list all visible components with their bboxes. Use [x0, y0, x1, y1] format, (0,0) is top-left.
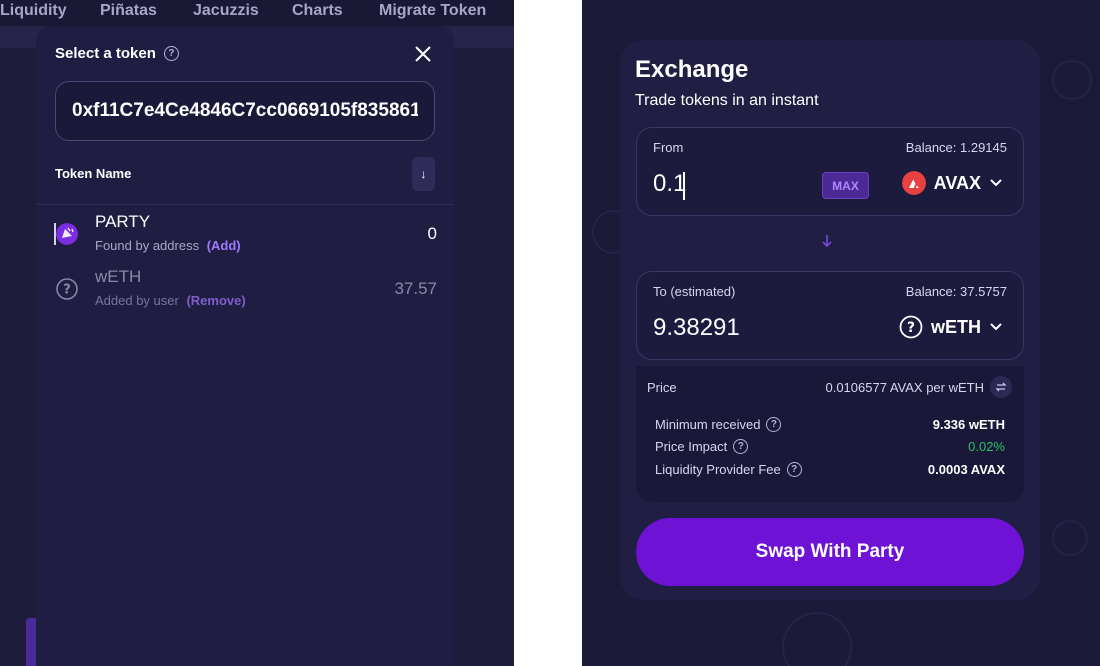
- swap-button[interactable]: Swap With Party: [636, 518, 1024, 586]
- sort-button[interactable]: ↓: [412, 157, 435, 191]
- chevron-down-icon: [990, 179, 1002, 187]
- trade-details: Price 0.0106577 AVAX per wETH Minimum re…: [636, 366, 1024, 502]
- to-currency-select[interactable]: ? wETH: [899, 315, 1003, 339]
- to-balance: Balance: 37.5757: [905, 284, 1007, 299]
- from-currency-select[interactable]: AVAX: [901, 171, 1003, 195]
- token-source-text: Added by user: [95, 293, 179, 308]
- unknown-token-icon: ?: [899, 315, 923, 339]
- nav-pinatas[interactable]: Piñatas: [100, 2, 157, 20]
- token-source-text: Found by address: [95, 238, 200, 253]
- background-button-edge: [26, 618, 36, 666]
- sort-arrow-icon: ↓: [420, 167, 427, 181]
- app-root: Liquidity Piñatas Jacuzzis Charts Migrat…: [0, 0, 1100, 666]
- price-impact-row: Price Impact ? 0.02%: [655, 439, 1005, 457]
- detail-label: Minimum received ?: [655, 417, 782, 432]
- token-balance: 0: [427, 224, 437, 243]
- chevron-down-icon: [990, 323, 1002, 331]
- remove-token-link[interactable]: (Remove): [186, 293, 245, 308]
- lp-fee-row: Liquidity Provider Fee ? 0.0003 AVAX: [655, 462, 1005, 480]
- exchange-title: Exchange: [635, 56, 749, 83]
- svg-text:?: ?: [907, 320, 915, 336]
- from-label: From: [653, 140, 684, 155]
- background-doodle: [1052, 520, 1088, 556]
- token-row-weth[interactable]: ? wETH Added by user (Remove) 37.57: [54, 267, 437, 311]
- nav-jacuzzis[interactable]: Jacuzzis: [193, 2, 259, 20]
- from-balance: Balance: 1.29145: [905, 140, 1007, 155]
- token-balance: 37.57: [394, 279, 437, 298]
- detail-label-text: Minimum received: [655, 417, 761, 432]
- nav-migrate-token[interactable]: Migrate Token: [379, 2, 486, 20]
- modal-title-text: Select a token: [55, 45, 156, 62]
- price-value: 0.0106577 AVAX per wETH: [825, 380, 984, 395]
- to-panel: To (estimated) Balance: 37.5757 ? wETH: [636, 271, 1024, 360]
- detail-label-text: Price Impact: [655, 439, 728, 454]
- help-icon[interactable]: ?: [766, 417, 782, 432]
- nav-charts[interactable]: Charts: [292, 2, 343, 20]
- arrow-down-icon[interactable]: [820, 233, 834, 249]
- token-select-pane: Liquidity Piñatas Jacuzzis Charts Migrat…: [0, 0, 514, 666]
- background-doodle: [1052, 60, 1092, 100]
- detail-label-text: Liquidity Provider Fee: [655, 462, 781, 477]
- modal-title: Select a token ?: [55, 45, 179, 62]
- top-nav: Liquidity Piñatas Jacuzzis Charts Migrat…: [0, 0, 514, 26]
- from-currency-label: AVAX: [933, 172, 981, 193]
- nav-liquidity[interactable]: Liquidity: [0, 2, 67, 20]
- column-header-token-name: Token Name: [55, 166, 132, 181]
- minimum-received-row: Minimum received ? 9.336 wETH: [655, 417, 1005, 435]
- from-amount-input[interactable]: [653, 170, 803, 198]
- token-source: Found by address (Add): [95, 238, 241, 253]
- help-icon[interactable]: ?: [733, 439, 749, 454]
- avax-icon: [901, 171, 926, 195]
- detail-label: Liquidity Provider Fee ?: [655, 462, 802, 477]
- exchange-pane: Exchange Trade tokens in an instant From…: [582, 0, 1100, 666]
- token-search-box[interactable]: [55, 81, 435, 141]
- detail-value: 0.02%: [968, 439, 1005, 454]
- max-button[interactable]: MAX: [822, 172, 869, 199]
- detail-value: 0.0003 AVAX: [927, 462, 1005, 477]
- token-source: Added by user (Remove): [95, 293, 246, 308]
- to-amount-input[interactable]: [653, 314, 803, 342]
- invert-price-icon[interactable]: [990, 376, 1012, 398]
- unknown-token-icon: ?: [56, 278, 78, 300]
- detail-label: Price Impact ?: [655, 439, 749, 454]
- price-label: Price: [647, 380, 677, 395]
- exchange-subtitle: Trade tokens in an instant: [635, 92, 819, 109]
- row-selection-marker: [54, 223, 56, 245]
- token-name: wETH: [95, 267, 142, 286]
- help-icon[interactable]: ?: [163, 46, 179, 61]
- to-label: To (estimated): [653, 284, 736, 299]
- token-search-input[interactable]: [72, 100, 418, 122]
- exchange-card: Exchange Trade tokens in an instant From…: [620, 40, 1040, 600]
- token-select-modal: Select a token ? Token Name ↓: [36, 26, 454, 666]
- from-panel: From Balance: 1.29145 MAX AVAX: [636, 127, 1024, 216]
- close-icon[interactable]: [412, 43, 434, 65]
- token-name: PARTY: [95, 212, 151, 231]
- text-caret: [683, 172, 685, 200]
- background-doodle: [782, 612, 852, 666]
- header-divider: [36, 204, 454, 205]
- to-currency-label: wETH: [930, 316, 981, 337]
- token-row-party[interactable]: PARTY Found by address (Add) 0: [54, 212, 437, 256]
- svg-text:?: ?: [63, 283, 71, 298]
- party-token-icon: [56, 223, 78, 245]
- help-icon[interactable]: ?: [786, 462, 802, 477]
- add-token-link[interactable]: (Add): [207, 238, 241, 253]
- detail-value: 9.336 wETH: [932, 417, 1005, 432]
